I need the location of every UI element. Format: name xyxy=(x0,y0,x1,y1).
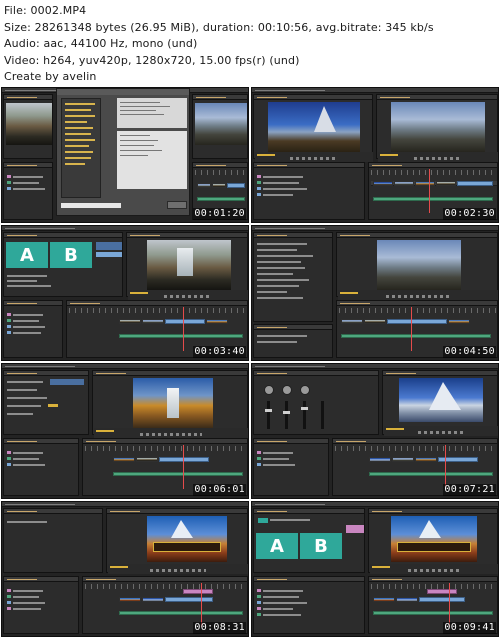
transition-b: B xyxy=(300,533,342,559)
thumbnail-5[interactable]: 00:06:01 xyxy=(1,363,249,499)
source-monitor-panel xyxy=(253,94,373,162)
file-name-line: File: 0002.MP4 xyxy=(4,4,87,17)
video-info-line: Video: h264, yuv420p, 1280x720, 15.00 fp… xyxy=(4,53,300,67)
timestamp: 00:04:50 xyxy=(443,346,496,358)
audio-info-line: Audio: aac, 44100 Hz, mono (und) xyxy=(4,37,198,50)
audio-mixer-panel xyxy=(253,370,379,435)
project-panel xyxy=(3,576,79,634)
file-list-bottom[interactable] xyxy=(117,131,187,189)
project-panel xyxy=(3,162,53,220)
import-dialog[interactable] xyxy=(56,88,190,216)
source-monitor-panel xyxy=(3,94,53,159)
program-monitor-panel xyxy=(192,94,248,159)
thumbnail-grid: 00:01:20 00:02:30 A B 00:03:40 00:04:50 … xyxy=(0,86,500,637)
timestamp: 00:01:20 xyxy=(193,208,246,220)
program-video-frame xyxy=(391,102,485,152)
program-video-frame xyxy=(147,240,231,290)
program-video-frame xyxy=(195,103,247,145)
thumbnail-4[interactable]: 00:04:50 xyxy=(251,225,499,361)
program-monitor-panel xyxy=(368,508,498,574)
file-size-line: Size: 28261348 bytes (26.95 MiB), durati… xyxy=(4,20,434,34)
thumbnail-3[interactable]: A B 00:03:40 xyxy=(1,225,249,361)
timestamp: 00:08:31 xyxy=(193,622,246,634)
program-monitor-panel xyxy=(382,370,498,436)
program-monitor-panel xyxy=(336,232,498,300)
program-monitor-panel xyxy=(92,370,248,438)
program-video-frame xyxy=(399,378,483,422)
effect-controls-panel xyxy=(3,370,89,435)
timestamp: 00:09:41 xyxy=(443,622,496,634)
thumbnail-2[interactable]: 00:02:30 xyxy=(251,87,499,223)
transition-a: A xyxy=(256,533,298,559)
transition-a: A xyxy=(6,242,48,268)
source-video-frame xyxy=(268,102,360,152)
file-list-top[interactable] xyxy=(117,98,187,128)
project-panel xyxy=(253,438,329,496)
program-video-frame xyxy=(391,516,477,562)
source-monitor-panel xyxy=(3,508,103,573)
thumbnail-6[interactable]: 00:07:21 xyxy=(251,363,499,499)
timestamp: 00:02:30 xyxy=(443,208,496,220)
transition-b: B xyxy=(50,242,92,268)
timestamp: 00:07:21 xyxy=(443,484,496,496)
effects-panel xyxy=(253,232,333,322)
timestamp: 00:03:40 xyxy=(193,346,246,358)
open-button[interactable] xyxy=(167,201,187,209)
thumbnail-1[interactable]: 00:01:20 xyxy=(1,87,249,223)
program-monitor-panel xyxy=(126,232,248,300)
project-panel xyxy=(3,300,63,358)
timestamp: 00:06:01 xyxy=(193,484,246,496)
credit-line: Create by avelin xyxy=(4,70,97,83)
program-video-frame xyxy=(133,378,213,428)
program-monitor-panel xyxy=(106,508,248,574)
program-video-frame xyxy=(147,516,227,562)
folder-sidebar[interactable] xyxy=(61,98,101,198)
thumbnail-7[interactable]: 00:08:31 xyxy=(1,501,249,637)
project-panel xyxy=(253,576,365,634)
program-video-frame xyxy=(377,240,461,290)
effect-controls-panel: A B xyxy=(3,232,123,297)
thumbnail-8[interactable]: A B 00:09:41 xyxy=(251,501,499,637)
file-name-input[interactable] xyxy=(61,203,121,208)
effect-controls-panel: A B xyxy=(253,508,365,573)
program-monitor-panel xyxy=(376,94,498,162)
media-info-header: File: 0002.MP4 Size: 28261348 bytes (26.… xyxy=(0,0,500,86)
project-panel xyxy=(253,162,365,220)
source-video-frame xyxy=(6,103,52,145)
project-panel xyxy=(253,324,333,358)
project-panel xyxy=(3,438,79,496)
